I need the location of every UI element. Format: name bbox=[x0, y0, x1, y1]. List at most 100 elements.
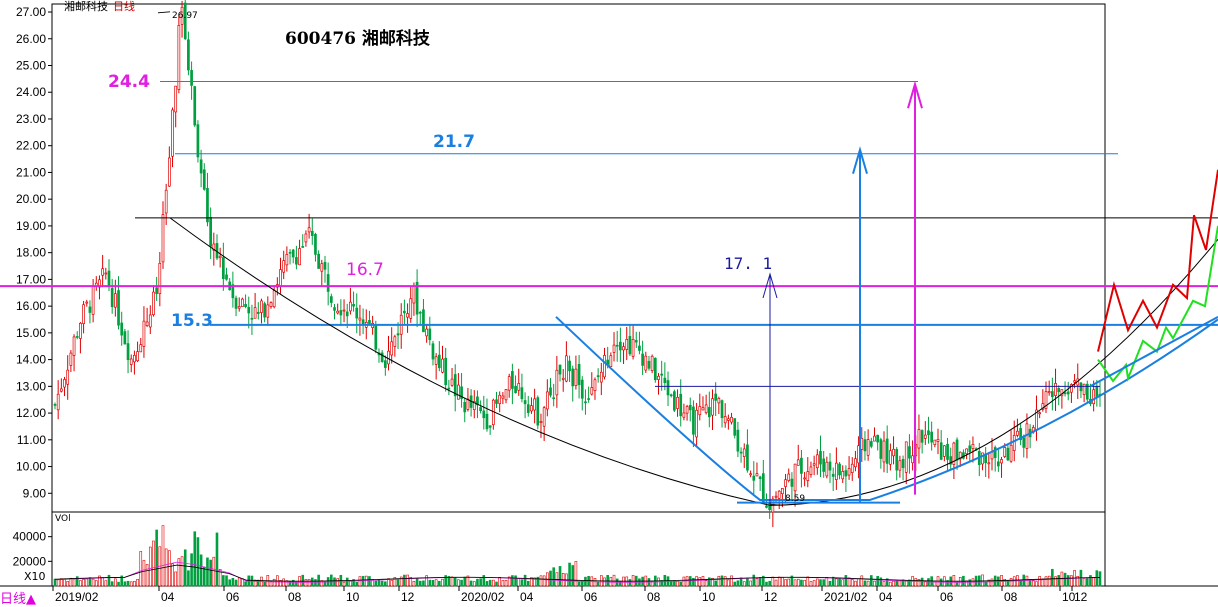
candle-body bbox=[152, 291, 155, 315]
candle-body bbox=[412, 285, 416, 304]
volume-bar bbox=[876, 575, 879, 587]
volume-bar bbox=[526, 580, 530, 587]
candle-body bbox=[314, 233, 317, 255]
volume-bar bbox=[692, 577, 695, 587]
candle-body bbox=[202, 169, 206, 190]
volume-bar bbox=[139, 551, 143, 587]
volume-bar bbox=[777, 576, 781, 587]
y-tick-label: 20.00 bbox=[16, 192, 46, 206]
volume-bar bbox=[844, 575, 848, 587]
candle-body bbox=[647, 360, 651, 369]
candle-body bbox=[120, 322, 124, 336]
volume-bar bbox=[126, 580, 130, 587]
y-tick-label: 22.00 bbox=[16, 139, 46, 153]
volume-bar bbox=[72, 578, 76, 587]
candle-body bbox=[641, 353, 644, 366]
volume-bar bbox=[155, 529, 158, 587]
volume-tick-label: 20000 bbox=[13, 554, 47, 568]
candle-body bbox=[571, 368, 575, 387]
candle-body bbox=[526, 404, 530, 413]
candle-body bbox=[561, 377, 565, 380]
volume-bar bbox=[457, 579, 460, 587]
volume-scale-button[interactable]: X10 bbox=[24, 570, 46, 583]
candle-body bbox=[587, 398, 590, 400]
volume-bar bbox=[984, 581, 987, 587]
period-tab[interactable]: 日线▲ bbox=[0, 588, 36, 607]
candle-body bbox=[923, 434, 927, 439]
y-tick-label: 27.00 bbox=[16, 5, 46, 19]
candle-body bbox=[387, 350, 390, 365]
candle-body bbox=[727, 418, 730, 421]
candle-body bbox=[704, 404, 708, 414]
candle-body bbox=[193, 86, 197, 126]
candle-body bbox=[164, 189, 168, 214]
volume-bar bbox=[107, 574, 111, 587]
volume-bar bbox=[133, 580, 136, 587]
x-tick-label: 08 bbox=[1004, 590, 1018, 604]
candle-body bbox=[679, 393, 683, 417]
candle-body bbox=[56, 393, 60, 411]
candle-body bbox=[904, 441, 908, 473]
candle-body bbox=[317, 253, 320, 269]
candle-body bbox=[1057, 388, 1061, 393]
volume-bar bbox=[552, 567, 555, 587]
candle-body bbox=[485, 413, 489, 430]
candle-body bbox=[1000, 459, 1003, 464]
volume-bar bbox=[148, 546, 152, 587]
candle-body bbox=[736, 429, 740, 452]
volume-bar bbox=[488, 579, 492, 587]
volume-bar bbox=[314, 579, 317, 587]
candle-body bbox=[844, 470, 848, 477]
volume-bar bbox=[206, 557, 209, 587]
volume-bar bbox=[523, 574, 527, 587]
candle-body bbox=[545, 391, 549, 410]
candle-body bbox=[1012, 435, 1016, 451]
y-tick-label: 25.00 bbox=[16, 58, 46, 72]
volume-bar bbox=[752, 574, 756, 587]
candle-body bbox=[1016, 430, 1019, 436]
candle-body bbox=[536, 397, 540, 426]
candle-body bbox=[850, 463, 854, 473]
candle-body bbox=[971, 443, 975, 449]
candle-body bbox=[304, 233, 308, 243]
candle-body bbox=[272, 290, 276, 308]
candle-body bbox=[336, 310, 340, 314]
candle-body bbox=[117, 290, 120, 326]
volume-bar bbox=[819, 579, 822, 587]
y-tick-label: 17.00 bbox=[16, 272, 46, 286]
candle-body bbox=[828, 461, 832, 471]
volume-bar bbox=[1057, 575, 1061, 587]
volume-bar bbox=[110, 581, 114, 587]
volume-bar bbox=[796, 578, 800, 587]
candle-body bbox=[873, 435, 876, 442]
volume-bar bbox=[406, 574, 409, 587]
candle-body bbox=[908, 446, 911, 459]
volume-bar bbox=[114, 578, 117, 587]
candle-body bbox=[577, 363, 581, 386]
volume-bar bbox=[679, 581, 683, 587]
candle-body bbox=[793, 463, 797, 492]
candle-body bbox=[603, 355, 606, 378]
volume-bar bbox=[755, 578, 759, 587]
volume-bar bbox=[727, 579, 730, 587]
candle-body bbox=[349, 301, 352, 312]
candle-body bbox=[663, 377, 667, 384]
chart-title: 600476 湘邮科技 bbox=[285, 29, 430, 49]
volume-bar bbox=[577, 581, 581, 587]
candle-body bbox=[784, 479, 787, 487]
level-21-7-label: 21.7 bbox=[433, 132, 475, 152]
volume-bar bbox=[787, 578, 791, 587]
volume-bar bbox=[374, 580, 378, 587]
volume-bar bbox=[825, 577, 829, 587]
volume-bar bbox=[574, 561, 578, 587]
candle-body bbox=[682, 412, 686, 418]
candle-body bbox=[301, 246, 305, 248]
candle-body bbox=[383, 360, 387, 368]
volume-bar bbox=[1054, 576, 1057, 587]
candle-body bbox=[863, 439, 867, 452]
candle-body bbox=[1063, 392, 1067, 395]
candle-body bbox=[85, 301, 89, 304]
candle-body bbox=[91, 285, 95, 315]
volume-bar bbox=[349, 580, 352, 587]
volume-bar bbox=[816, 578, 819, 587]
